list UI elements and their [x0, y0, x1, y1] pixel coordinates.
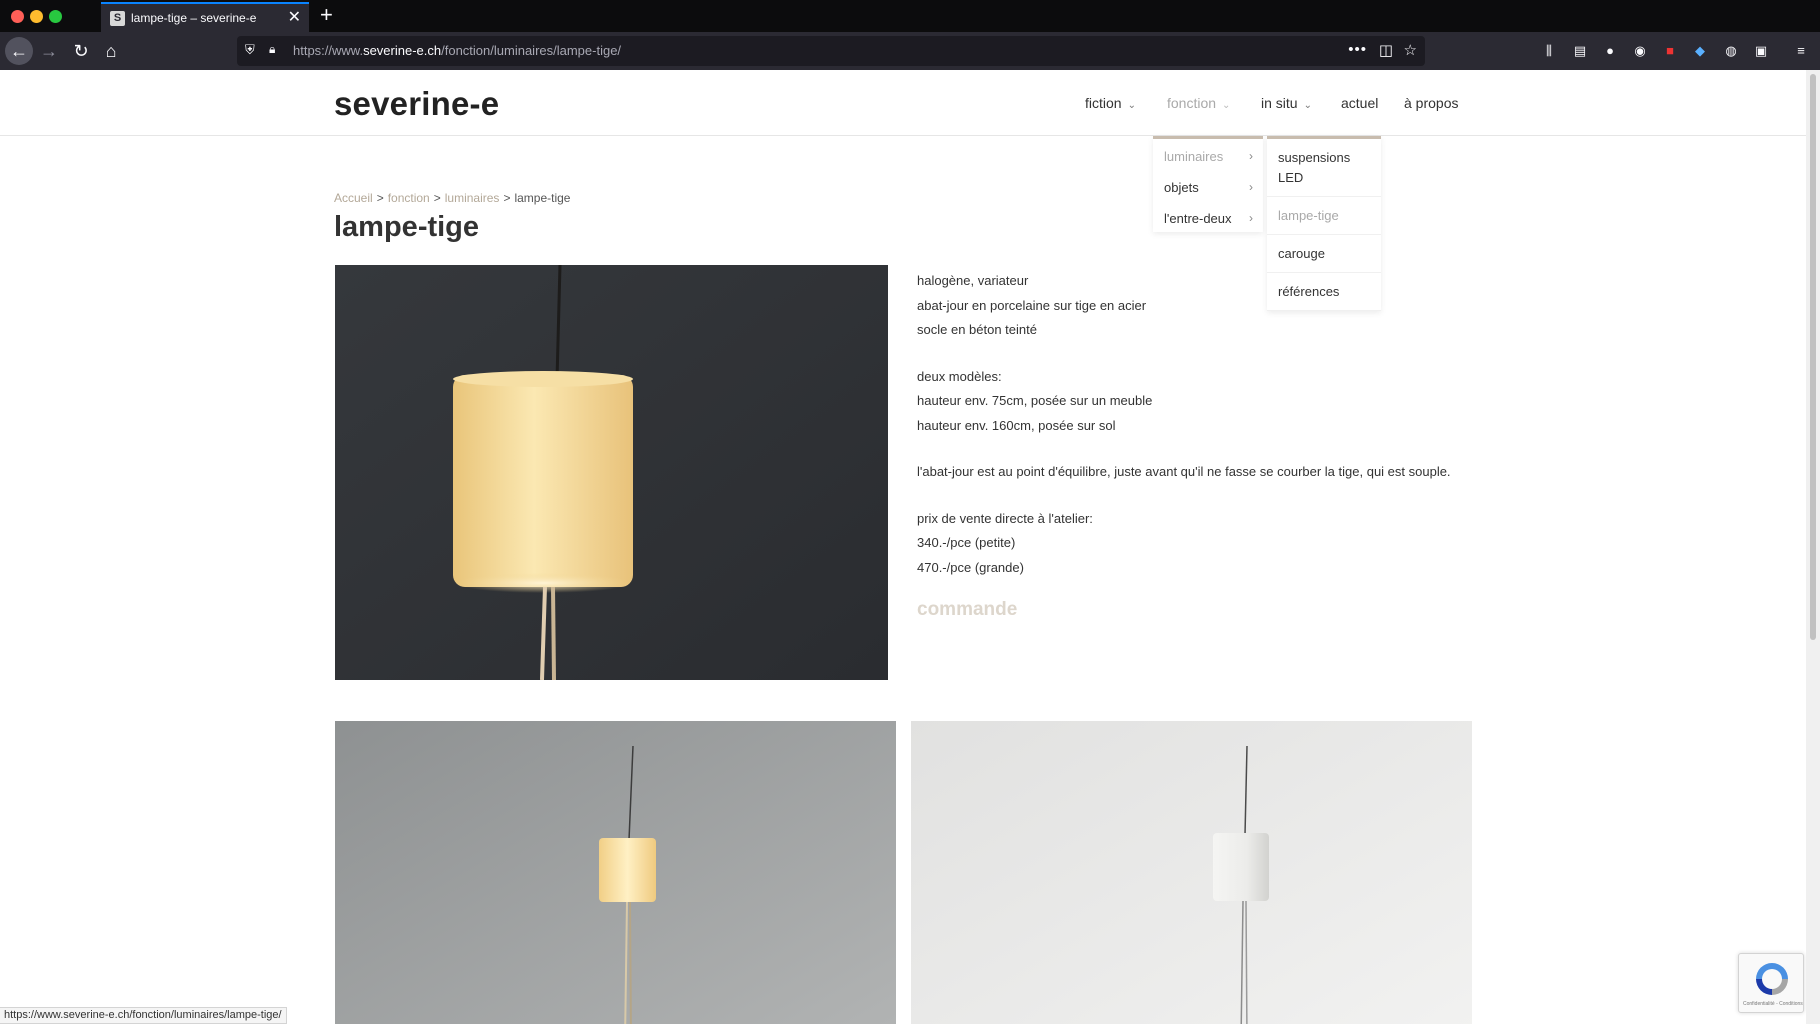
- order-button[interactable]: commande: [917, 599, 1017, 621]
- window-close-button[interactable]: [11, 10, 24, 23]
- extension-box-icon[interactable]: ▣: [1753, 43, 1769, 59]
- recaptcha-text[interactable]: Confidentialité - Conditions: [1743, 1001, 1803, 1007]
- url-domain: severine-e.ch: [363, 43, 442, 58]
- dropdown-label: l'entre-deux: [1164, 211, 1232, 226]
- dropdown-label: objets: [1164, 180, 1199, 195]
- browser-titlebar: S lampe-tige – severine-e ✕ +: [0, 0, 1820, 32]
- forward-arrow-icon[interactable]: →: [35, 37, 63, 65]
- description-line: hauteur env. 75cm, posée sur un meuble: [917, 393, 1153, 408]
- account-icon[interactable]: ◍: [1723, 43, 1739, 59]
- product-description: halogène, variateur abat-jour en porcela…: [917, 269, 1497, 580]
- description-line: 340.-/pce (petite): [917, 535, 1016, 550]
- chevron-down-icon: ⌄: [1303, 100, 1312, 111]
- url-path: /fonction/luminaires/lampe-tige/: [441, 43, 622, 58]
- hamburger-menu-icon[interactable]: ≡: [1793, 43, 1809, 59]
- breadcrumb-separator: >: [503, 191, 511, 205]
- recaptcha-icon: [1756, 963, 1788, 995]
- dropdown-item-luminaires[interactable]: luminaires ›: [1153, 139, 1263, 170]
- menu-label: fonction: [1167, 95, 1217, 111]
- sidebar-icon[interactable]: ▤: [1572, 43, 1588, 59]
- dropdown-label: luminaires: [1164, 149, 1224, 164]
- ublock-icon[interactable]: ■: [1662, 43, 1678, 59]
- new-tab-icon[interactable]: +: [320, 3, 333, 27]
- site-logo[interactable]: severine-e: [334, 85, 499, 123]
- breadcrumb-current: lampe-tige: [514, 191, 571, 205]
- product-photo-lit-shade[interactable]: [335, 265, 888, 680]
- description-line: prix de vente directe à l'atelier:: [917, 510, 1093, 526]
- description-line: hauteur env. 160cm, posée sur sol: [917, 417, 1116, 433]
- tab-close-icon[interactable]: ✕: [288, 9, 301, 27]
- tracking-shield-icon[interactable]: ⛨: [245, 42, 255, 58]
- dropdown-item-entre-deux[interactable]: l'entre-deux ›: [1153, 201, 1263, 232]
- submenu-item-carouge[interactable]: carouge: [1267, 235, 1381, 273]
- tab-favicon-icon: S: [110, 11, 125, 26]
- browser-toolbar: ← → ↻ ⌂ ⛨ 🔒︎ https://www.severine-e.ch/f…: [0, 32, 1820, 70]
- breadcrumb-separator: >: [376, 191, 384, 205]
- extension-color-icon[interactable]: ●: [1602, 43, 1618, 59]
- lock-icon[interactable]: 🔒︎: [269, 42, 275, 57]
- chevron-down-icon: ⌄: [1127, 100, 1136, 111]
- description-line: deux modèles:: [917, 368, 1002, 384]
- menu-label: in situ: [1261, 95, 1298, 111]
- library-icon[interactable]: ⫼: [1541, 43, 1557, 59]
- chevron-right-icon: ›: [1249, 211, 1253, 225]
- submenu-item-suspensions-led[interactable]: suspensions LED: [1267, 139, 1381, 197]
- bookmark-star-icon[interactable]: ☆: [1404, 41, 1417, 59]
- submenu-item-lampe-tige[interactable]: lampe-tige: [1267, 197, 1381, 235]
- menu-label: fiction: [1085, 95, 1122, 111]
- description-line: abat-jour en porcelaine sur tige en acie…: [917, 297, 1147, 313]
- chevron-right-icon: ›: [1249, 180, 1253, 194]
- page-title: lampe-tige: [334, 211, 480, 243]
- extension-p-icon[interactable]: ◉: [1632, 43, 1648, 59]
- chevron-down-icon: ⌄: [1222, 100, 1231, 111]
- browser-tab[interactable]: S lampe-tige – severine-e ✕: [101, 2, 309, 32]
- fonction-dropdown: luminaires › objets › l'entre-deux ›: [1153, 136, 1263, 232]
- description-line: l'abat-jour est au point d'équilibre, ju…: [917, 464, 1451, 479]
- status-url-tooltip: https://www.severine-e.ch/fonction/lumin…: [0, 1007, 287, 1024]
- menu-item-fonction[interactable]: fonction ⌄: [1167, 95, 1230, 111]
- url-prefix: https://www.: [293, 43, 364, 58]
- tab-title: lampe-tige – severine-e: [131, 11, 257, 25]
- description-line: halogène, variateur: [917, 273, 1029, 288]
- breadcrumb: Accueil > fonction > luminaires > lampe-tige: [334, 191, 570, 205]
- scrollbar-thumb[interactable]: [1810, 74, 1816, 640]
- breadcrumb-link-accueil[interactable]: Accueil: [334, 191, 373, 205]
- menu-item-actuel[interactable]: actuel: [1341, 95, 1378, 111]
- page-actions-icon[interactable]: •••: [1348, 41, 1367, 58]
- menu-item-a-propos[interactable]: à propos: [1404, 95, 1458, 111]
- menu-item-in-situ[interactable]: in situ ⌄: [1261, 95, 1312, 111]
- breadcrumb-separator: >: [433, 191, 441, 205]
- description-line: 470.-/pce (grande): [917, 559, 1024, 575]
- description-line: socle en béton teinté: [917, 322, 1037, 337]
- site-header: severine-e fiction ⌄ fonction ⌄ in situ ⌄ a…: [0, 70, 1806, 136]
- home-icon[interactable]: ⌂: [97, 37, 125, 65]
- menu-item-fiction[interactable]: fiction ⌄: [1085, 95, 1136, 111]
- breadcrumb-link-fonction[interactable]: fonction: [388, 191, 430, 205]
- recaptcha-badge[interactable]: Confidentialité - Conditions: [1738, 953, 1804, 1013]
- dropdown-item-objets[interactable]: objets ›: [1153, 170, 1263, 201]
- extension-gem-icon[interactable]: ◆: [1692, 43, 1708, 59]
- url-bar[interactable]: ⛨ 🔒︎ https://www.severine-e.ch/fonction/…: [237, 36, 1425, 66]
- window-minimize-button[interactable]: [30, 10, 43, 23]
- window-maximize-button[interactable]: [49, 10, 62, 23]
- product-photo-white-wall[interactable]: [911, 721, 1472, 1024]
- product-photo-gray-wall[interactable]: [335, 721, 896, 1024]
- web-page: severine-e fiction ⌄ fonction ⌄ in situ ⌄ a…: [0, 70, 1806, 1024]
- page-scrollbar[interactable]: [1806, 70, 1820, 1024]
- chevron-right-icon: ›: [1249, 149, 1253, 163]
- back-arrow-icon[interactable]: ←: [5, 37, 33, 65]
- reload-icon[interactable]: ↻: [67, 37, 95, 65]
- pocket-icon[interactable]: ◫: [1379, 41, 1393, 59]
- breadcrumb-link-luminaires[interactable]: luminaires: [445, 191, 500, 205]
- url-text[interactable]: https://www.severine-e.ch/fonction/lumin…: [293, 43, 621, 58]
